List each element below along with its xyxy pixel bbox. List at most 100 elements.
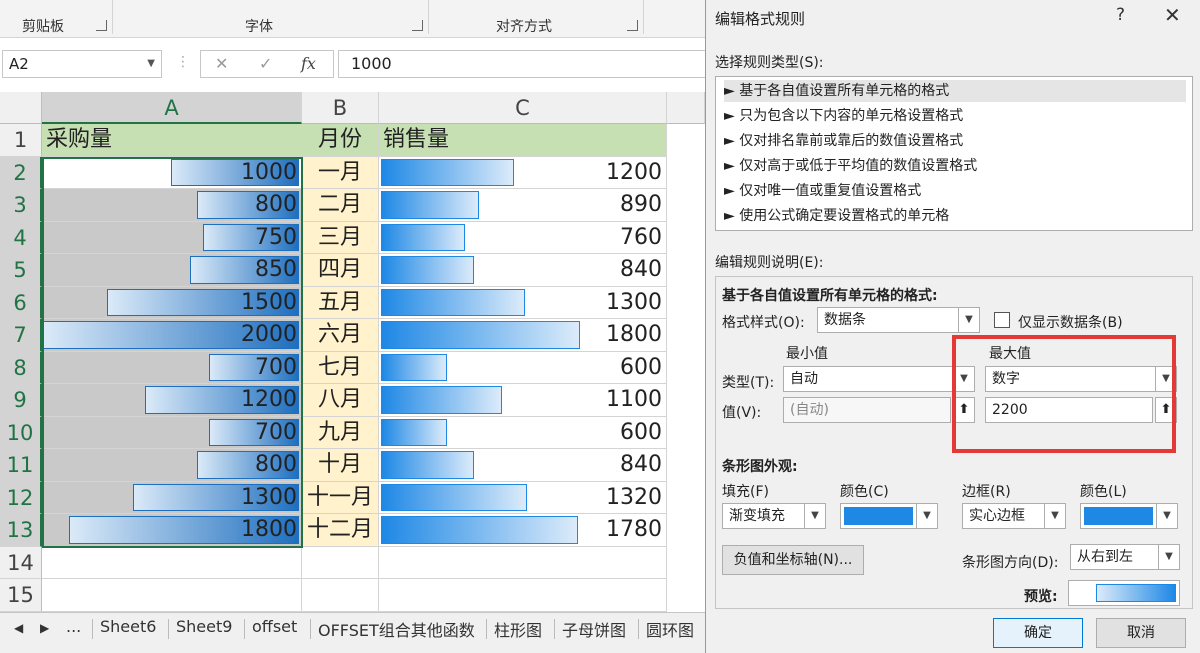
tab-nav-left-icon[interactable]: ◀ — [14, 621, 23, 635]
cell-sales[interactable]: 1780 — [379, 514, 667, 547]
negative-axis-button[interactable]: 负值和坐标轴(N)... — [722, 545, 864, 575]
cell-purchase[interactable]: 700 — [42, 351, 302, 384]
row-header[interactable]: 14 — [0, 546, 42, 579]
row-header[interactable]: 9 — [0, 384, 42, 417]
column-header-a[interactable]: A — [42, 92, 302, 124]
empty-cell[interactable] — [302, 546, 379, 579]
chevron-down-icon[interactable]: ▼ — [1044, 504, 1065, 528]
row-header[interactable]: 15 — [0, 579, 42, 612]
rule-type-item[interactable]: ► 仅对唯一值或重复值设置格式 — [724, 180, 1186, 202]
help-icon[interactable]: ? — [1116, 5, 1125, 25]
header-cell[interactable]: 采购量 — [42, 124, 302, 157]
cell-purchase[interactable]: 1500 — [42, 286, 302, 319]
font-launcher-icon[interactable] — [412, 20, 423, 31]
max-type-select[interactable]: 数字 ▼ — [985, 366, 1177, 392]
cell-purchase[interactable]: 800 — [42, 449, 302, 482]
row-header[interactable]: 7 — [0, 319, 42, 352]
chevron-down-icon[interactable]: ▼ — [916, 504, 937, 528]
cell-sales[interactable]: 1200 — [379, 156, 667, 189]
cell-sales[interactable]: 600 — [379, 351, 667, 384]
fill-type-select[interactable]: 渐变填充 ▼ — [722, 503, 826, 529]
cell-month[interactable]: 三月 — [302, 221, 379, 254]
chevron-down-icon[interactable]: ▼ — [953, 367, 974, 391]
chevron-down-icon[interactable]: ▼ — [147, 51, 155, 77]
cell-purchase[interactable]: 700 — [42, 416, 302, 449]
cell-month[interactable]: 二月 — [302, 189, 379, 222]
chevron-down-icon[interactable]: ▼ — [1156, 504, 1177, 528]
cell-sales[interactable]: 840 — [379, 449, 667, 482]
empty-cell[interactable] — [379, 546, 667, 579]
rule-type-item[interactable]: ► 仅对高于或低于平均值的数值设置格式 — [724, 155, 1186, 177]
cancel-button[interactable]: 取消 — [1096, 618, 1186, 648]
collapse-dialog-icon[interactable]: ⬆ — [1155, 397, 1177, 423]
chevron-down-icon[interactable]: ▼ — [958, 308, 979, 332]
collapse-dialog-icon[interactable]: ⬆ — [953, 397, 975, 423]
max-value-input[interactable]: 2200 — [985, 397, 1153, 423]
cell-month[interactable]: 五月 — [302, 286, 379, 319]
row-header[interactable]: 12 — [0, 481, 42, 514]
spreadsheet-grid[interactable]: A B C 1 2 3 4 5 6 7 8 9 10 11 12 13 14 15 采购量 月份 销售量 1000 一月 12… — [0, 92, 705, 612]
tab-nav-right-icon[interactable]: ▶ — [40, 621, 49, 635]
min-value-input[interactable]: (自动) — [783, 397, 951, 423]
function-icon[interactable]: fx — [301, 54, 316, 73]
cell-month[interactable]: 一月 — [302, 156, 379, 189]
empty-cell[interactable] — [379, 579, 667, 612]
column-header-c[interactable]: C — [379, 92, 667, 124]
enter-icon[interactable]: ✓ — [259, 54, 272, 73]
empty-cell[interactable] — [42, 546, 302, 579]
drag-handle-icon[interactable]: ⋮ — [176, 54, 190, 70]
cell-month[interactable]: 七月 — [302, 351, 379, 384]
cell-sales[interactable]: 1320 — [379, 481, 667, 514]
column-header-b[interactable]: B — [302, 92, 379, 124]
row-header[interactable]: 4 — [0, 221, 42, 254]
border-type-select[interactable]: 实心边框 ▼ — [962, 503, 1066, 529]
empty-cell[interactable] — [42, 579, 302, 612]
cell-sales[interactable]: 1300 — [379, 286, 667, 319]
ok-button[interactable]: 确定 — [993, 618, 1083, 648]
row-header[interactable]: 10 — [0, 416, 42, 449]
row-header[interactable]: 13 — [0, 514, 42, 547]
cell-purchase[interactable]: 750 — [42, 221, 302, 254]
sheet-tab[interactable]: 柱形图 — [494, 617, 542, 641]
cell-month[interactable]: 九月 — [302, 416, 379, 449]
sheet-tab[interactable]: OFFSET组合其他函数 — [318, 617, 475, 641]
cell-purchase[interactable]: 850 — [42, 254, 302, 287]
chevron-down-icon[interactable]: ▼ — [1158, 545, 1179, 569]
row-header[interactable]: 1 — [0, 124, 42, 157]
bar-direction-select[interactable]: 从右到左 ▼ — [1070, 544, 1180, 570]
cell-month[interactable]: 八月 — [302, 384, 379, 417]
row-header[interactable]: 5 — [0, 254, 42, 287]
show-bar-only-checkbox[interactable] — [994, 312, 1010, 328]
rule-type-item[interactable]: ► 只为包含以下内容的单元格设置格式 — [724, 105, 1186, 127]
fill-color-picker[interactable]: ▼ — [840, 503, 938, 529]
sheet-tab[interactable]: 子母饼图 — [562, 617, 626, 641]
rule-type-item[interactable]: ► 基于各自值设置所有单元格的格式 — [724, 80, 1186, 102]
sheet-tab[interactable]: offset — [252, 617, 297, 636]
name-box[interactable]: A2 ▼ — [2, 50, 162, 78]
min-type-select[interactable]: 自动 ▼ — [783, 366, 975, 392]
cell-sales[interactable]: 600 — [379, 416, 667, 449]
cell-month[interactable]: 十月 — [302, 449, 379, 482]
cell-month[interactable]: 十二月 — [302, 514, 379, 547]
select-all-corner[interactable] — [0, 92, 42, 124]
close-icon[interactable]: ✕ — [1164, 3, 1181, 27]
sheet-tab[interactable]: Sheet6 — [100, 617, 156, 636]
column-header-d[interactable] — [667, 92, 705, 124]
row-header[interactable]: 11 — [0, 449, 42, 482]
header-cell[interactable]: 月份 — [302, 124, 379, 157]
chevron-down-icon[interactable]: ▼ — [1155, 367, 1176, 391]
cell-purchase[interactable]: 1000 — [42, 156, 302, 189]
empty-cell[interactable] — [302, 579, 379, 612]
cell-purchase[interactable]: 2000 — [42, 319, 302, 352]
rule-type-item[interactable]: ► 使用公式确定要设置格式的单元格 — [724, 205, 1186, 227]
cell-purchase[interactable]: 1200 — [42, 384, 302, 417]
header-cell[interactable]: 销售量 — [379, 124, 667, 157]
cell-sales[interactable]: 890 — [379, 189, 667, 222]
clipboard-launcher-icon[interactable] — [96, 20, 107, 31]
cell-purchase[interactable]: 1800 — [42, 514, 302, 547]
cell-month[interactable]: 六月 — [302, 319, 379, 352]
chevron-down-icon[interactable]: ▼ — [804, 504, 825, 528]
row-header[interactable]: 2 — [0, 156, 42, 189]
cell-sales[interactable]: 1100 — [379, 384, 667, 417]
sheet-tab[interactable]: 圆环图 — [646, 617, 694, 641]
